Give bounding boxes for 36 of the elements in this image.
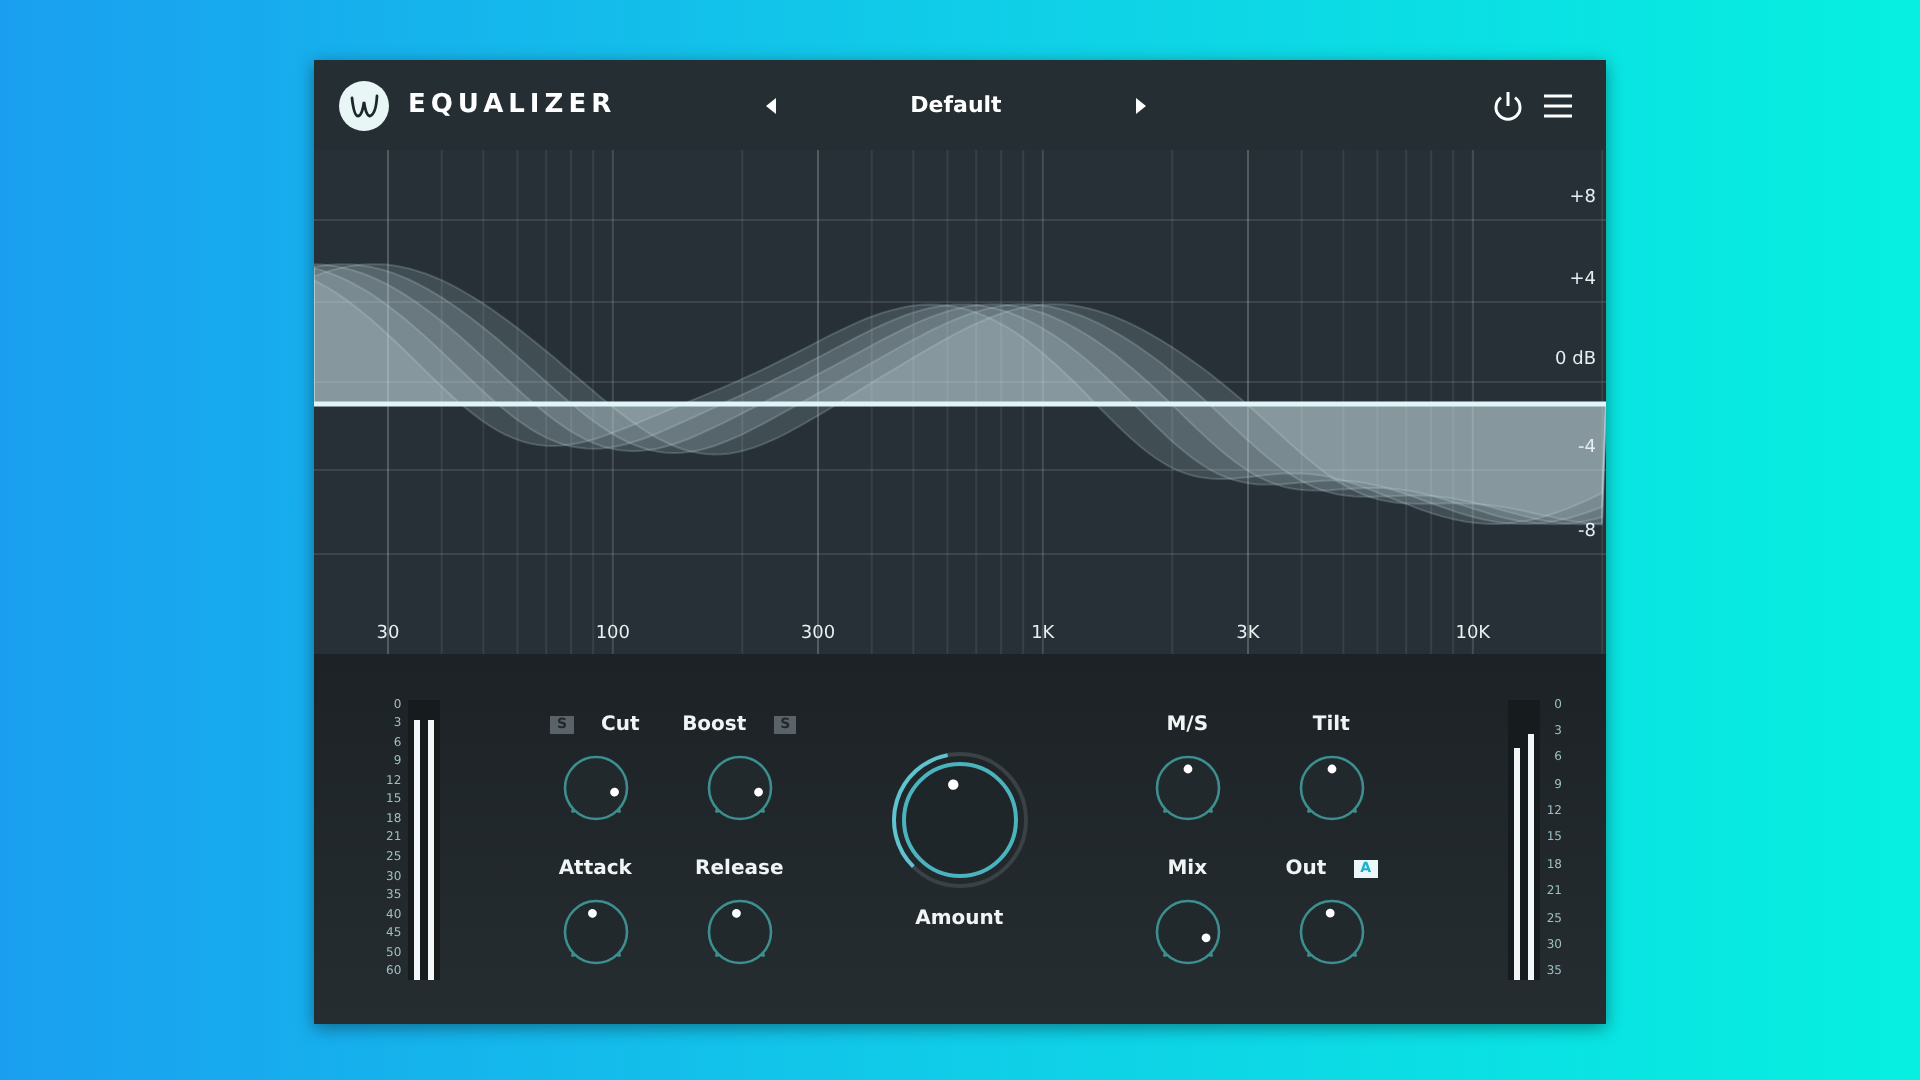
knob-label: Attack (558, 858, 632, 880)
rotary-knob[interactable] (1151, 751, 1224, 823)
frequency-axis-label: 3K (1236, 624, 1260, 644)
power-icon[interactable] (1492, 89, 1524, 121)
frequency-axis-label: 1K (1031, 624, 1055, 644)
rotary-knob[interactable] (1295, 751, 1368, 823)
db-axis-label: -4 (1578, 438, 1596, 458)
rotary-knob[interactable] (703, 895, 776, 967)
rotary-knob[interactable] (1295, 895, 1368, 967)
rotary-knob[interactable] (703, 751, 776, 823)
db-axis-label: +4 (1569, 270, 1596, 290)
frequency-axis-label: 30 (376, 624, 400, 644)
previous-preset-icon[interactable] (762, 95, 779, 115)
knob-label: M/S (1166, 714, 1209, 736)
db-axis-label: +8 (1569, 188, 1596, 208)
menu-icon[interactable] (1542, 91, 1574, 119)
plugin-title: EQUALIZER (408, 90, 617, 120)
knob-label: Amount (915, 908, 1004, 930)
frequency-axis-label: 10K (1455, 624, 1491, 644)
next-preset-icon[interactable] (1133, 95, 1150, 115)
frequency-axis-label: 100 (595, 624, 630, 644)
db-axis-label: 0 dB (1555, 350, 1596, 370)
knob-label: Out (1285, 858, 1327, 880)
knob-label: Boost (682, 714, 747, 736)
knob-label: Tilt (1312, 714, 1350, 736)
knob-label: Cut (601, 714, 640, 736)
rotary-knob[interactable] (559, 751, 632, 823)
rotary-knob[interactable] (559, 895, 632, 967)
amount-knob[interactable] (887, 748, 1032, 892)
logo-icon (338, 79, 390, 131)
frequency-axis-label: 300 (800, 624, 836, 644)
knob-label: Mix (1167, 858, 1208, 880)
db-axis-label: -8 (1578, 522, 1596, 542)
rotary-knob[interactable] (1151, 895, 1224, 967)
knob-label: Release (695, 858, 784, 880)
preset-name[interactable]: Default (910, 92, 1002, 118)
